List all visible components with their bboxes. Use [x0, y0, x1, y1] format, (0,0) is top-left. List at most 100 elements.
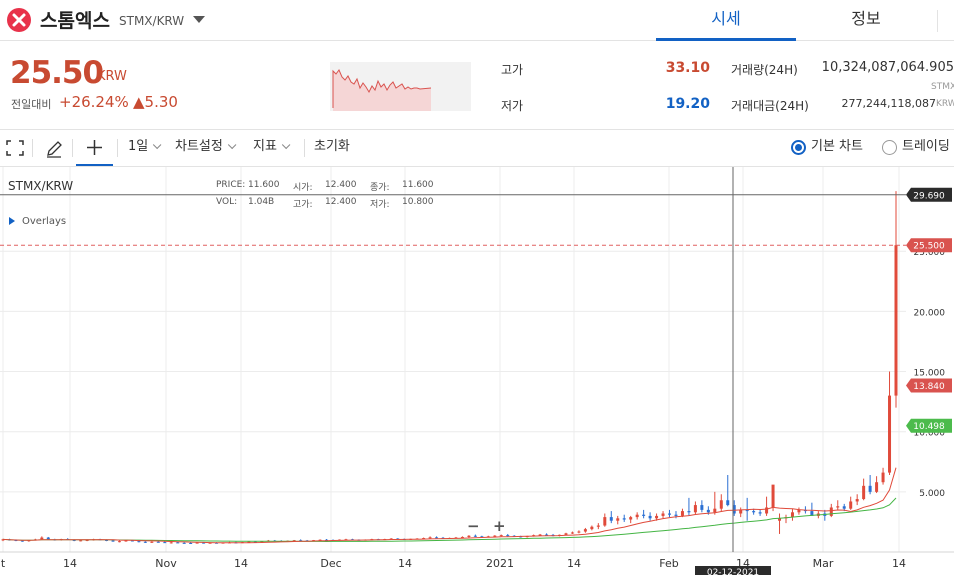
legend-high-label: 고가: — [293, 200, 313, 210]
candle-body — [629, 517, 633, 520]
candle-body — [868, 485, 872, 492]
candle-body — [875, 482, 879, 492]
crosshair-date-label: 02-12-2021 — [707, 568, 759, 575]
candle-body — [862, 485, 866, 500]
candle-body — [143, 541, 147, 543]
candle-body — [564, 533, 568, 535]
candle-body — [176, 542, 180, 544]
candle-body — [693, 505, 697, 513]
candle-body — [700, 505, 704, 510]
chart-settings-select[interactable]: 차트설정 — [175, 130, 233, 166]
candle-body — [674, 514, 678, 516]
change-amount: ▲5.30 — [133, 93, 178, 111]
candle-body — [428, 537, 432, 539]
trading-view-label[interactable]: 트레이딩 — [902, 130, 950, 164]
candle-body — [855, 499, 859, 502]
fullscreen-button[interactable] — [6, 130, 24, 166]
legend-low: 10.800 — [402, 197, 434, 207]
candle-body — [655, 515, 659, 519]
candle-body — [583, 529, 587, 532]
x-tick-label: 2021 — [486, 557, 514, 570]
candle-body — [182, 542, 186, 544]
x-tick-label: Feb — [659, 557, 678, 570]
candle-body — [493, 535, 497, 537]
draw-button[interactable] — [45, 130, 63, 166]
x-tick-label: 14 — [234, 557, 248, 570]
basic-chart-radio[interactable] — [791, 140, 806, 155]
ma-long-line — [2, 497, 897, 543]
x-tick-label: 14 — [63, 557, 77, 570]
candle-body — [596, 525, 600, 527]
candle-body — [642, 514, 646, 516]
tab-info[interactable]: 정보 — [796, 0, 936, 41]
reset-button[interactable]: 초기화 — [314, 130, 350, 166]
candle-body — [169, 542, 173, 544]
fullscreen-icon — [6, 140, 24, 156]
candle-body — [680, 511, 684, 516]
candle-body — [842, 506, 846, 509]
candle-body — [111, 540, 115, 542]
chart-pair-label: STMX/KRW — [8, 179, 74, 193]
legend-open: 12.400 — [325, 180, 357, 190]
change-rate: +26.24% — [59, 93, 129, 111]
coin-select-chevron-down-icon[interactable] — [193, 16, 205, 23]
period-select[interactable]: 1일 — [128, 130, 158, 166]
trade-value-unit: KRW — [936, 99, 954, 109]
trade-value: 277,244,118,087 — [841, 97, 936, 110]
overlays-toggle[interactable]: Overlays — [9, 216, 66, 227]
candle-body — [829, 507, 833, 516]
crosshair-plus-icon — [87, 140, 102, 155]
candle-body — [603, 517, 607, 526]
basic-chart-label[interactable]: 기본 차트 — [811, 130, 863, 164]
tab-quote[interactable]: 시세 — [656, 0, 796, 41]
price-chart[interactable]: t 14 Nov 14 Dec 14 2021 14 Feb 14 Mar 14 5.000 10.000… — [0, 167, 954, 575]
legend-open-label: 시가: — [293, 183, 313, 193]
zoom-in-button[interactable]: + — [493, 517, 506, 535]
candle-body — [46, 537, 50, 540]
trading-view-radio[interactable] — [882, 140, 897, 155]
legend-price-label: PRICE: — [216, 180, 246, 190]
high-value: 33.10 — [665, 60, 710, 76]
volume-unit: STMX — [931, 82, 954, 92]
y-tick-label: 15.000 — [914, 369, 946, 379]
candle-body — [726, 500, 730, 506]
crosshair-button[interactable] — [76, 130, 113, 166]
candle-body — [616, 518, 620, 521]
legend-high: 12.400 — [325, 197, 357, 207]
candlestick-chart[interactable]: t 14 Nov 14 Dec 14 2021 14 Feb 14 Mar 145.00010.000… — [0, 167, 954, 575]
candle-body — [570, 532, 574, 534]
candle-body — [499, 535, 503, 537]
volume-value: 10,324,087,064.905 — [821, 60, 954, 75]
candle-body — [687, 511, 691, 513]
candle-body — [758, 512, 762, 514]
chart-toolbar: 1일 차트설정 지표 초기화 기본 차트 트레이딩 — [0, 130, 954, 167]
coin-pair: STMX/KRW — [119, 14, 185, 28]
candle-body — [577, 531, 581, 533]
ticker-panel: 25.50 KRW 전일대비 +26.24% ▲5.30 고가 33.10 저가… — [0, 41, 954, 130]
y-tick-label: 20.000 — [914, 308, 946, 318]
candle-body — [894, 245, 898, 396]
ma-long-tag-label: 10.498 — [913, 422, 945, 432]
last-price-tag-label: 25.500 — [913, 242, 945, 252]
low-value: 19.20 — [665, 96, 710, 112]
candle-body — [635, 514, 639, 518]
zoom-out-button[interactable]: − — [467, 517, 480, 535]
candle-body — [648, 515, 652, 519]
candle-body — [163, 542, 167, 544]
legend-price: 11.600 — [248, 180, 280, 190]
legend-low-label: 저가: — [370, 200, 390, 210]
legend-vol-label: VOL: — [216, 197, 238, 207]
pencil-icon — [47, 141, 62, 158]
x-tick-label: Mar — [813, 557, 834, 570]
candle-body — [473, 535, 477, 537]
toolbar-divider — [304, 139, 305, 157]
candle-body — [836, 506, 840, 508]
low-label: 저가 — [501, 99, 524, 113]
candle-body — [156, 541, 160, 543]
candle-body — [881, 472, 885, 483]
indicators-select[interactable]: 지표 — [253, 130, 287, 166]
coin-name: 스톰엑스 — [40, 10, 110, 32]
candle-body — [137, 541, 141, 543]
candle-body — [797, 509, 801, 513]
candle-body — [661, 513, 665, 516]
